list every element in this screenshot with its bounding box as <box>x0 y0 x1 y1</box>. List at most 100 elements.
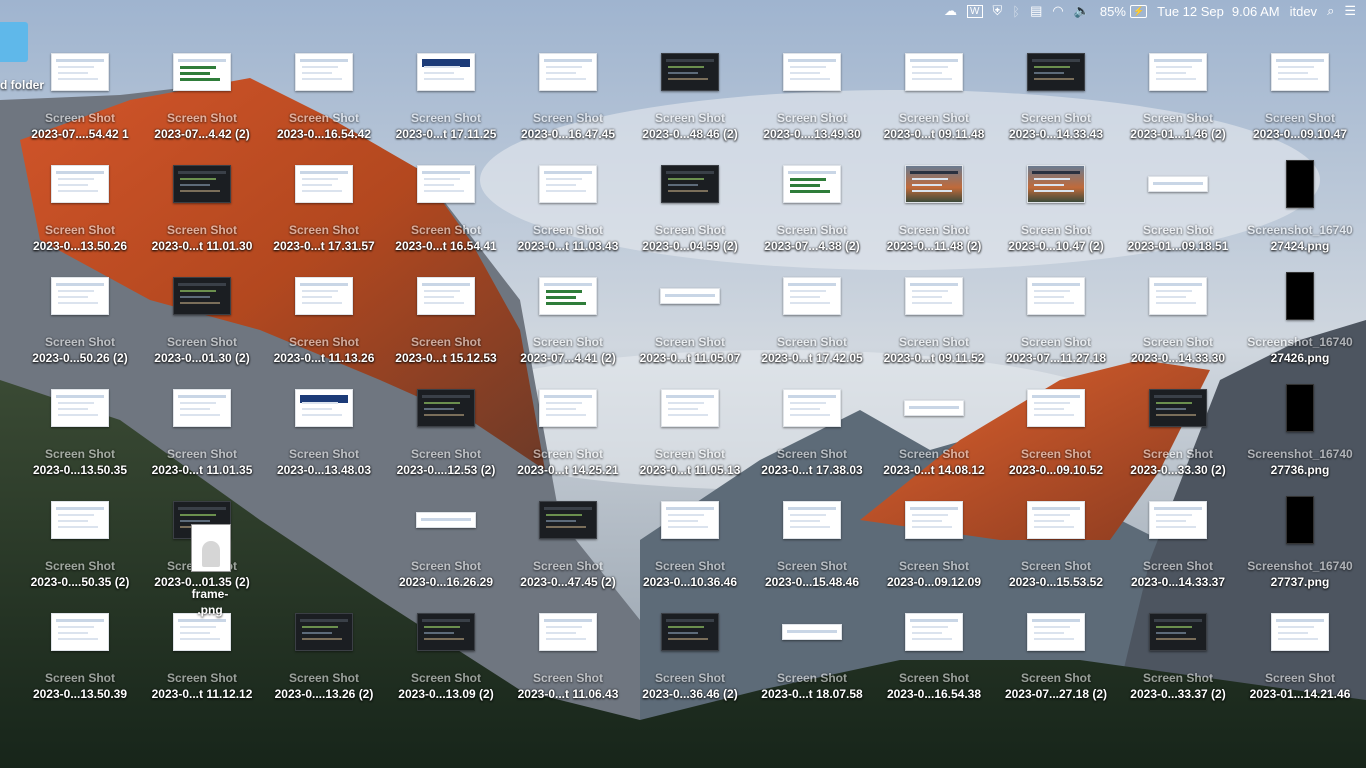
file-name-line1: Screen Shot <box>898 671 969 685</box>
desktop-file[interactable]: Screen Shot 2023-07...4.42 (2) <box>143 40 261 148</box>
desktop-file[interactable]: Screen Shot 2023-0...11.48 (2) <box>875 152 993 260</box>
desktop-file[interactable]: Screen Shot 2023-0...10.36.46 <box>631 488 749 596</box>
file-thumbnail-icon <box>51 277 109 315</box>
desktop-file[interactable]: Screen Shot 2023-0...14.33.30 <box>1119 264 1237 372</box>
file-name-line1: Screen Shot <box>1142 671 1214 685</box>
file-name-line1: Screen Shot <box>44 223 115 237</box>
desktop-file[interactable]: Screen Shot 2023-0...t 11.13.26 <box>265 264 383 372</box>
file-name-label: Screen Shot 2023-0...14.33.37 <box>1131 558 1225 590</box>
file-name-line2: 2023-0...t 11.06.43 <box>517 687 619 701</box>
file-thumbnail-wrap <box>509 264 627 328</box>
desktop-file[interactable]: Screen Shot 2023-0...09.10.52 <box>997 376 1115 484</box>
file-thumbnail-icon <box>51 613 109 651</box>
desktop-file[interactable]: Screen Shot 2023-0...t 17.38.03 <box>753 376 871 484</box>
desktop-file[interactable]: Screen Shot 2023-0...47.45 (2) <box>509 488 627 596</box>
file-thumbnail-wrap <box>143 152 261 216</box>
desktop-file[interactable]: Screenshot_16740 27426.png <box>1241 264 1359 372</box>
file-name-label: Screen Shot 2023-0...33.37 (2) <box>1130 670 1225 702</box>
file-name-line2: 2023-0...t 11.01.30 <box>151 239 253 253</box>
desktop-file[interactable]: Screen Shot 2023-0...t 09.11.48 <box>875 40 993 148</box>
desktop-file[interactable]: Screen Shot 2023-0...16.54.38 <box>875 600 993 708</box>
file-name-line1: Screen Shot <box>288 335 360 349</box>
desktop-file[interactable]: Screen Shot 2023-0...14.33.43 <box>997 40 1115 148</box>
desktop-file[interactable]: Screen Shot 2023-0...t 11.03.43 <box>509 152 627 260</box>
desktop-file[interactable]: Screen Shot 2023-0...33.30 (2) <box>1119 376 1237 484</box>
desktop-file[interactable]: Screen Shot 2023-0...01.30 (2) <box>143 264 261 372</box>
file-name-label: Screenshot_16740 27737.png <box>1247 558 1352 590</box>
desktop-file[interactable]: Screen Shot 2023-0...13.50.26 <box>21 152 139 260</box>
desktop-file[interactable]: Screen Shot 2023-0...14.33.37 <box>1119 488 1237 596</box>
file-name-line1: Screen Shot <box>288 111 359 125</box>
desktop-file[interactable]: Screen Shot 2023-0...16.47.45 <box>509 40 627 148</box>
file-name-line2: 2023-0...t 11.13.26 <box>273 351 375 365</box>
file-name-line2: 2023-0...14.33.37 <box>1130 575 1226 589</box>
desktop-file[interactable]: Screen Shot 2023-0...10.47 (2) <box>997 152 1115 260</box>
desktop-file[interactable]: Screen Shot 2023-0...t 17.42.05 <box>753 264 871 372</box>
desktop-file[interactable]: Screen Shot 2023-0...t 17.11.25 <box>387 40 505 148</box>
desktop-file[interactable]: Screen Shot 2023-0....13.49.30 <box>753 40 871 148</box>
desktop-file[interactable]: Screen Shot 2023-0...t 11.01.30 <box>143 152 261 260</box>
desktop-file[interactable]: Screen Shot 2023-07...4.38 (2) <box>753 152 871 260</box>
file-name-label: Screen Shot 2023-0...50.26 (2) <box>32 334 127 366</box>
desktop-file[interactable]: Screen Shot 2023-0...t 09.11.52 <box>875 264 993 372</box>
file-thumbnail-wrap <box>265 376 383 440</box>
desktop-file[interactable]: Screen Shot 2023-0...t 16.54.41 <box>387 152 505 260</box>
desktop-file[interactable]: Screen Shot 2023-07....54.42 1 <box>21 40 139 148</box>
desktop-file[interactable]: Screen Shot 2023-0...50.26 (2) <box>21 264 139 372</box>
desktop-file[interactable]: Screen Shot 2023-0....50.35 (2) <box>21 488 139 596</box>
desktop-file[interactable]: Screenshot_16740 27736.png <box>1241 376 1359 484</box>
desktop-file[interactable]: Screen Shot 2023-0....12.53 (2) <box>387 376 505 484</box>
desktop-file[interactable]: Screen Shot 2023-0...t 18.07.58 <box>753 600 871 708</box>
desktop-file[interactable]: Screen Shot 2023-0...t 11.05.07 <box>631 264 749 372</box>
desktop-file[interactable]: Screen Shot 2023-0...04.59 (2) <box>631 152 749 260</box>
desktop-file[interactable]: Screen Shot 2023-0...t 14.08.12 <box>875 376 993 484</box>
file-thumbnail-wrap <box>875 264 993 328</box>
desktop-file[interactable]: Screen Shot 2023-01...09.18.51 <box>1119 152 1237 260</box>
file-thumbnail-icon <box>661 389 719 427</box>
file-name-line1: Screen Shot <box>654 335 726 349</box>
desktop-file[interactable]: Screen Shot 2023-07...27.18 (2) <box>997 600 1115 708</box>
desktop-file[interactable]: Screen Shot 2023-0...15.53.52 <box>997 488 1115 596</box>
file-thumbnail-wrap <box>631 600 749 664</box>
file-name-line1: Screen Shot <box>654 111 726 125</box>
desktop-file[interactable]: Screen Shot 2023-0...15.48.46 <box>753 488 871 596</box>
desktop-file[interactable]: Screen Shot 2023-0...48.46 (2) <box>631 40 749 148</box>
file-thumbnail-icon <box>51 53 109 91</box>
file-name-label: Screen Shot 2023-0...15.53.52 <box>1009 558 1103 590</box>
desktop-file[interactable]: Screen Shot 2023-0...36.46 (2) <box>631 600 749 708</box>
desktop-file[interactable]: Screen Shot 2023-0....13.26 (2) <box>265 600 383 708</box>
file-thumbnail-icon <box>1286 384 1314 432</box>
desktop-file[interactable]: Screen Shot 2023-0...33.37 (2) <box>1119 600 1237 708</box>
desktop-file[interactable]: Screen Shot 2023-0...t 11.06.43 <box>509 600 627 708</box>
desktop-file[interactable]: Screenshot_16740 27424.png <box>1241 152 1359 260</box>
file-name-line1: Screen Shot <box>44 671 115 685</box>
file-name-label: Screen Shot 2023-0...t 17.31.57 <box>273 222 374 254</box>
file-name-line1: Screen Shot <box>898 559 969 573</box>
desktop-file[interactable]: Screen Shot 2023-0...16.54.42 <box>265 40 383 148</box>
desktop-file[interactable]: Screen Shot 2023-0...13.50.35 <box>21 376 139 484</box>
desktop-file[interactable]: Screen Shot 2023-0...13.09 (2) <box>387 600 505 708</box>
file-name-label: Screen Shot 2023-0...48.46 (2) <box>642 110 737 142</box>
desktop-file[interactable]: Screen Shot 2023-01...14.21.46 <box>1241 600 1359 708</box>
desktop-file[interactable]: Screen Shot 2023-0...t 17.31.57 <box>265 152 383 260</box>
desktop-file[interactable]: Screen Shot 2023-01...1.46 (2) <box>1119 40 1237 148</box>
desktop-file[interactable]: Screen Shot 2023-0...t 15.12.53 <box>387 264 505 372</box>
desktop-file[interactable]: Screen Shot 2023-0...16.26.29 <box>387 488 505 596</box>
file-thumbnail-wrap <box>1119 264 1237 328</box>
file-name-label: Screen Shot 2023-0...14.33.43 <box>1009 110 1103 142</box>
file-thumbnail-wrap <box>21 376 139 440</box>
file-name-line2: 2023-0...13.50.39 <box>32 687 128 701</box>
desktop-file[interactable]: Screenshot_16740 27737.png <box>1241 488 1359 596</box>
desktop-file[interactable]: Screen Shot 2023-0...13.48.03 <box>265 376 383 484</box>
desktop-file[interactable]: Screen Shot 2023-0...t 11.01.35 <box>143 376 261 484</box>
file-thumbnail-wrap <box>1119 488 1237 552</box>
dragged-file-icon[interactable] <box>191 524 231 572</box>
desktop-file[interactable]: Screen Shot 2023-07...11.27.18 <box>997 264 1115 372</box>
desktop-file[interactable]: Screen Shot 2023-0...t 14.25.21 <box>509 376 627 484</box>
desktop-file[interactable]: Screen Shot 2023-07...4.41 (2) <box>509 264 627 372</box>
desktop-file[interactable]: Screen Shot 2023-0...09.12.09 <box>875 488 993 596</box>
desktop-file[interactable]: Screen Shot 2023-0...t 11.05.13 <box>631 376 749 484</box>
desktop-file[interactable]: Screen Shot 2023-0...13.50.39 <box>21 600 139 708</box>
desktop-file[interactable]: Screen Shot 2023-0...09.10.47 <box>1241 40 1359 148</box>
file-name-line1: Screen Shot <box>1142 447 1214 461</box>
